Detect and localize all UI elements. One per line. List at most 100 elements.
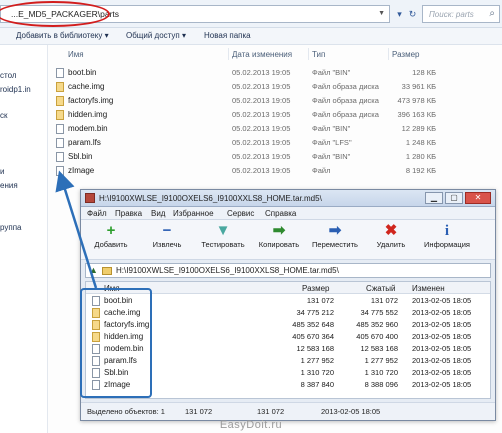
archive-file-packed: 131 072 xyxy=(370,296,398,305)
menu-item-view[interactable]: Вид xyxy=(151,209,165,218)
archive-file-modified: 2013-02-05 18:05 xyxy=(412,344,472,353)
nav-item[interactable]: стол xyxy=(0,71,17,80)
file-row[interactable]: param.lfs 05.02.2013 19:05 Файл "LFS" 1 … xyxy=(56,137,436,150)
copy-icon: ➡ xyxy=(272,222,286,239)
column-header-type[interactable]: Тип xyxy=(312,50,325,59)
nav-item[interactable]: ск xyxy=(0,111,8,120)
archive-file-size: 405 670 364 xyxy=(292,332,334,341)
archiver-menu-bar: Файл Правка Вид Избранное Сервис Справка xyxy=(81,207,495,220)
address-highlight-annotation xyxy=(0,1,110,27)
nav-item[interactable]: и xyxy=(0,167,4,176)
tool-label: Добавить xyxy=(94,240,128,249)
minimize-icon[interactable]: ▁ xyxy=(425,192,443,204)
file-icon xyxy=(56,152,64,162)
menu-item-help[interactable]: Справка xyxy=(265,209,296,218)
maximize-icon[interactable]: ▢ xyxy=(445,192,463,204)
archive-file-modified: 2013-02-05 18:05 xyxy=(412,380,472,389)
file-date: 05.02.2013 19:05 xyxy=(232,110,291,119)
nav-item[interactable]: руппа xyxy=(0,223,21,232)
file-type: Файл "BIN" xyxy=(312,152,351,161)
file-date: 05.02.2013 19:05 xyxy=(232,124,291,133)
move-icon: ➡ xyxy=(328,222,342,239)
folder-up-icon[interactable]: ▲ xyxy=(89,265,98,275)
navigation-pane: стол roidp1.in ск и ения руппа xyxy=(0,45,48,433)
file-row[interactable]: modem.bin 05.02.2013 19:05 Файл "BIN" 12… xyxy=(56,123,436,136)
archiver-title-bar[interactable]: H:\I9100XWLSE_I9100OXELS6_I9100XXLS8_HOM… xyxy=(81,190,495,207)
disk-image-icon xyxy=(56,110,64,120)
file-type: Файл образа диска xyxy=(312,110,379,119)
info-button[interactable]: i Информация xyxy=(419,222,475,258)
archiver-path[interactable]: H:\I9100XWLSE_I9100OXELS6_I9100XXLS8_HOM… xyxy=(116,266,339,275)
column-separator xyxy=(388,48,389,60)
file-row[interactable]: factoryfs.img 05.02.2013 19:05 Файл обра… xyxy=(56,95,436,108)
status-packed: 131 072 xyxy=(257,407,285,416)
nav-item[interactable]: roidp1.in xyxy=(0,85,31,94)
explorer-toolbar: Добавить в библиотеку ▾ Общий доступ ▾ Н… xyxy=(0,28,502,45)
file-name: zImage xyxy=(68,166,95,175)
add-icon: + xyxy=(106,222,116,239)
archiver-app-icon xyxy=(85,193,95,203)
tool-label: Копировать xyxy=(258,240,300,249)
file-name: hidden.img xyxy=(68,110,108,119)
tool-label: Переместить xyxy=(312,240,358,249)
search-icon[interactable]: ⌕ xyxy=(489,8,495,19)
archive-file-packed: 485 352 960 xyxy=(356,320,398,329)
archive-file-size: 12 583 168 xyxy=(296,344,334,353)
file-row[interactable]: Sbl.bin 05.02.2013 19:05 Файл "BIN" 1 28… xyxy=(56,151,436,164)
column-header-packed[interactable]: Сжатый xyxy=(366,284,395,293)
archive-file-modified: 2013-02-05 18:05 xyxy=(412,332,472,341)
file-date: 05.02.2013 19:05 xyxy=(232,138,291,147)
column-header-size[interactable]: Размер xyxy=(302,284,330,293)
file-name: factoryfs.img xyxy=(68,96,114,105)
file-row[interactable]: boot.bin 05.02.2013 19:05 Файл "BIN" 128… xyxy=(56,67,436,80)
file-date: 05.02.2013 19:05 xyxy=(232,152,291,161)
extract-icon: − xyxy=(162,222,172,239)
file-row[interactable]: cache.img 05.02.2013 19:05 Файл образа д… xyxy=(56,81,436,94)
refresh-icon[interactable]: ↻ xyxy=(405,7,420,21)
add-button[interactable]: + Добавить xyxy=(83,222,139,258)
column-header-name[interactable]: Имя xyxy=(68,50,84,59)
file-size: 396 163 КБ xyxy=(397,110,437,119)
file-size: 473 978 КБ xyxy=(397,96,437,105)
share-button[interactable]: Общий доступ ▾ xyxy=(126,31,186,40)
disk-image-icon xyxy=(56,96,64,106)
file-row[interactable]: zImage 05.02.2013 19:05 Файл 8 192 КБ xyxy=(56,165,436,178)
copy-button[interactable]: ➡ Копировать xyxy=(251,222,307,258)
file-type: Файл "BIN" xyxy=(312,68,351,77)
search-input[interactable]: Поиск: parts ⌕ xyxy=(422,5,500,23)
delete-icon: ✖ xyxy=(384,222,398,239)
folder-icon xyxy=(102,267,112,275)
menu-item-tools[interactable]: Сервис xyxy=(227,209,254,218)
file-size: 1 280 КБ xyxy=(405,152,436,161)
archive-file-packed: 1 310 720 xyxy=(364,368,398,377)
menu-item-favorites[interactable]: Избранное xyxy=(173,209,214,218)
column-header-date[interactable]: Дата изменения xyxy=(232,50,292,59)
new-folder-button[interactable]: Новая папка xyxy=(204,31,251,40)
column-separator xyxy=(228,48,229,60)
file-size: 8 192 КБ xyxy=(405,166,436,175)
delete-button[interactable]: ✖ Удалить xyxy=(363,222,419,258)
archive-file-modified: 2013-02-05 18:05 xyxy=(412,308,472,317)
tool-label: Тестировать xyxy=(201,240,245,249)
chevron-down-icon[interactable]: ▼ xyxy=(378,10,385,17)
close-icon[interactable]: ✕ xyxy=(465,192,491,204)
column-header-size[interactable]: Размер xyxy=(392,50,420,59)
archive-file-size: 8 387 840 xyxy=(300,380,334,389)
menu-item-edit[interactable]: Правка xyxy=(115,209,142,218)
archiver-path-bar[interactable]: ▲ H:\I9100XWLSE_I9100OXELS6_I9100XXLS8_H… xyxy=(85,263,491,278)
nav-item[interactable]: ения xyxy=(0,181,18,190)
archive-file-modified: 2013-02-05 18:05 xyxy=(412,320,472,329)
test-icon: ▼ xyxy=(215,222,231,239)
archive-file-packed: 1 277 952 xyxy=(364,356,398,365)
file-size: 33 961 КБ xyxy=(401,82,436,91)
file-type: Файл образа диска xyxy=(312,82,379,91)
add-to-library-button[interactable]: Добавить в библиотеку ▾ xyxy=(16,31,109,40)
status-modified: 2013-02-05 18:05 xyxy=(321,407,381,416)
move-button[interactable]: ➡ Переместить xyxy=(307,222,363,258)
file-date: 05.02.2013 19:05 xyxy=(232,82,291,91)
column-header-modified[interactable]: Изменен xyxy=(412,284,445,293)
test-button[interactable]: ▼ Тестировать xyxy=(195,222,251,258)
menu-item-file[interactable]: Файл xyxy=(87,209,107,218)
file-row[interactable]: hidden.img 05.02.2013 19:05 Файл образа … xyxy=(56,109,436,122)
extract-button[interactable]: − Извлечь xyxy=(139,222,195,258)
